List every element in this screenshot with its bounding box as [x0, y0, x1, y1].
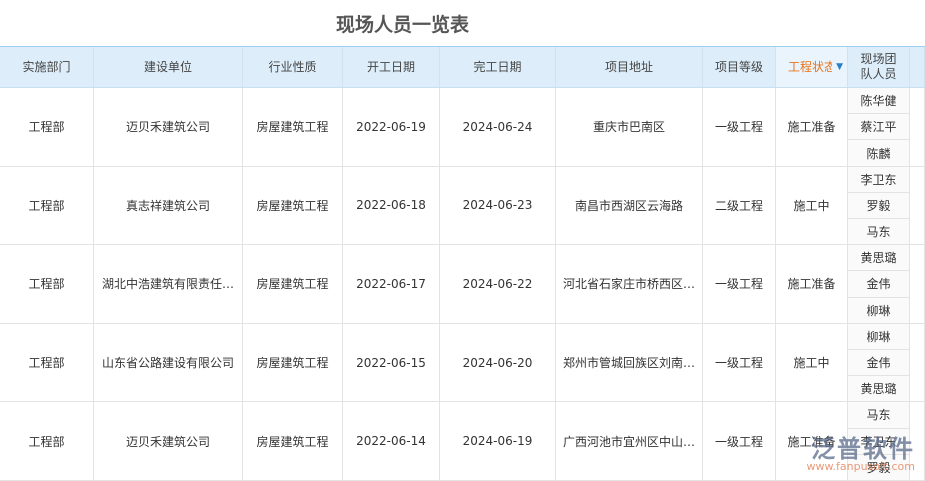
page-title: 现场人员一览表 [335, 14, 469, 36]
team-member: 罗毅 [848, 454, 909, 480]
table-row[interactable]: 工程部 湖北中浩建筑有限责任… 房屋建筑工程 2022-06-17 2024-06-22… [0, 245, 925, 324]
cell-end: 2024-06-24 [440, 88, 556, 166]
cell-address: 河北省石家庄市桥西区… [556, 245, 703, 323]
team-member: 马东 [848, 402, 909, 429]
cell-unit: 迈贝禾建筑公司 [94, 402, 243, 480]
team-member: 金伟 [848, 349, 909, 377]
team-member: 陈麟 [848, 140, 909, 166]
header-status[interactable]: 工程状态 ▼ [776, 47, 848, 87]
team-member: 柳琳 [848, 297, 909, 323]
cell-status: 施工中 [776, 166, 848, 245]
cell-nature: 房屋建筑工程 [243, 88, 343, 166]
cell-extra [910, 166, 925, 245]
cell-nature: 房屋建筑工程 [243, 323, 343, 402]
table-header: 实施部门 建设单位 行业性质 开工日期 完工日期 项目地址 项目等级 工程状态 ▼… [0, 47, 925, 88]
cell-start: 2022-06-17 [343, 245, 440, 323]
cell-address: 郑州市管城回族区刘南… [556, 323, 703, 402]
cell-extra [910, 323, 925, 402]
team-member: 马东 [848, 219, 909, 245]
header-extra [910, 47, 925, 87]
cell-unit: 山东省公路建设有限公司 [94, 323, 243, 402]
team-member: 李卫东 [848, 428, 909, 455]
team-member: 罗毅 [848, 192, 909, 219]
team-member: 柳琳 [848, 323, 909, 350]
cell-extra [910, 245, 925, 323]
header-unit[interactable]: 建设单位 [94, 47, 243, 87]
header-start[interactable]: 开工日期 [343, 47, 440, 87]
cell-status: 施工准备 [776, 88, 848, 166]
cell-team: 陈华健 蔡江平 陈麟 [848, 88, 910, 166]
table-row[interactable]: 工程部 真志祥建筑公司 房屋建筑工程 2022-06-18 2024-06-23 南昌市西… [0, 166, 925, 246]
cell-team: 黄思璐 金伟 柳琳 [848, 245, 910, 323]
table-row[interactable]: 工程部 迈贝禾建筑公司 房屋建筑工程 2022-06-14 2024-06-19 广西河池… [0, 402, 925, 481]
cell-extra [910, 402, 925, 480]
cell-status: 施工准备 [776, 245, 848, 323]
header-address[interactable]: 项目地址 [556, 47, 703, 87]
table-row[interactable]: 工程部 山东省公路建设有限公司 房屋建筑工程 2022-06-15 2024-06-20… [0, 323, 925, 403]
cell-extra [910, 88, 925, 166]
team-member: 蔡江平 [848, 114, 909, 141]
cell-address: 广西河池市宜州区中山… [556, 402, 703, 480]
team-member: 陈华健 [848, 88, 909, 115]
cell-unit: 湖北中浩建筑有限责任… [94, 245, 243, 323]
cell-start: 2022-06-14 [343, 402, 440, 480]
cell-address: 南昌市西湖区云海路 [556, 166, 703, 245]
cell-end: 2024-06-20 [440, 323, 556, 402]
cell-dept: 工程部 [0, 323, 94, 402]
cell-team: 马东 李卫东 罗毅 [848, 402, 910, 480]
cell-unit: 真志祥建筑公司 [94, 166, 243, 245]
cell-address: 重庆市巴南区 [556, 88, 703, 166]
cell-unit: 迈贝禾建筑公司 [94, 88, 243, 166]
cell-level: 一级工程 [703, 245, 776, 323]
team-member: 黄思璐 [848, 245, 909, 272]
cell-dept: 工程部 [0, 166, 94, 245]
table-row[interactable]: 工程部 迈贝禾建筑公司 房屋建筑工程 2022-06-19 2024-06-24 重庆市巴… [0, 88, 925, 167]
team-member: 黄思璐 [848, 376, 909, 402]
cell-level: 一级工程 [703, 323, 776, 402]
filter-dropdown-icon[interactable]: ▼ [836, 60, 843, 75]
cell-dept: 工程部 [0, 245, 94, 323]
team-member: 金伟 [848, 271, 909, 298]
cell-level: 一级工程 [703, 402, 776, 480]
cell-team: 柳琳 金伟 黄思璐 [848, 323, 910, 402]
cell-level: 一级工程 [703, 88, 776, 166]
cell-start: 2022-06-18 [343, 166, 440, 245]
header-dept[interactable]: 实施部门 [0, 47, 94, 87]
cell-team: 李卫东 罗毅 马东 [848, 166, 910, 245]
cell-end: 2024-06-23 [440, 166, 556, 245]
header-end[interactable]: 完工日期 [440, 47, 556, 87]
cell-status: 施工准备 [776, 402, 848, 480]
cell-nature: 房屋建筑工程 [243, 245, 343, 323]
cell-nature: 房屋建筑工程 [243, 166, 343, 245]
cell-dept: 工程部 [0, 402, 94, 480]
cell-nature: 房屋建筑工程 [243, 402, 343, 480]
personnel-table: 实施部门 建设单位 行业性质 开工日期 完工日期 项目地址 项目等级 工程状态 ▼… [0, 46, 925, 481]
cell-end: 2024-06-19 [440, 402, 556, 480]
team-member: 李卫东 [848, 166, 909, 193]
cell-end: 2024-06-22 [440, 245, 556, 323]
header-status-label: 工程状态 [788, 59, 832, 74]
cell-start: 2022-06-19 [343, 88, 440, 166]
cell-start: 2022-06-15 [343, 323, 440, 402]
cell-status: 施工中 [776, 323, 848, 402]
cell-dept: 工程部 [0, 88, 94, 166]
header-nature[interactable]: 行业性质 [243, 47, 343, 87]
cell-level: 二级工程 [703, 166, 776, 245]
header-level[interactable]: 项目等级 [703, 47, 776, 87]
header-team[interactable]: 现场团队人员 [848, 47, 910, 87]
